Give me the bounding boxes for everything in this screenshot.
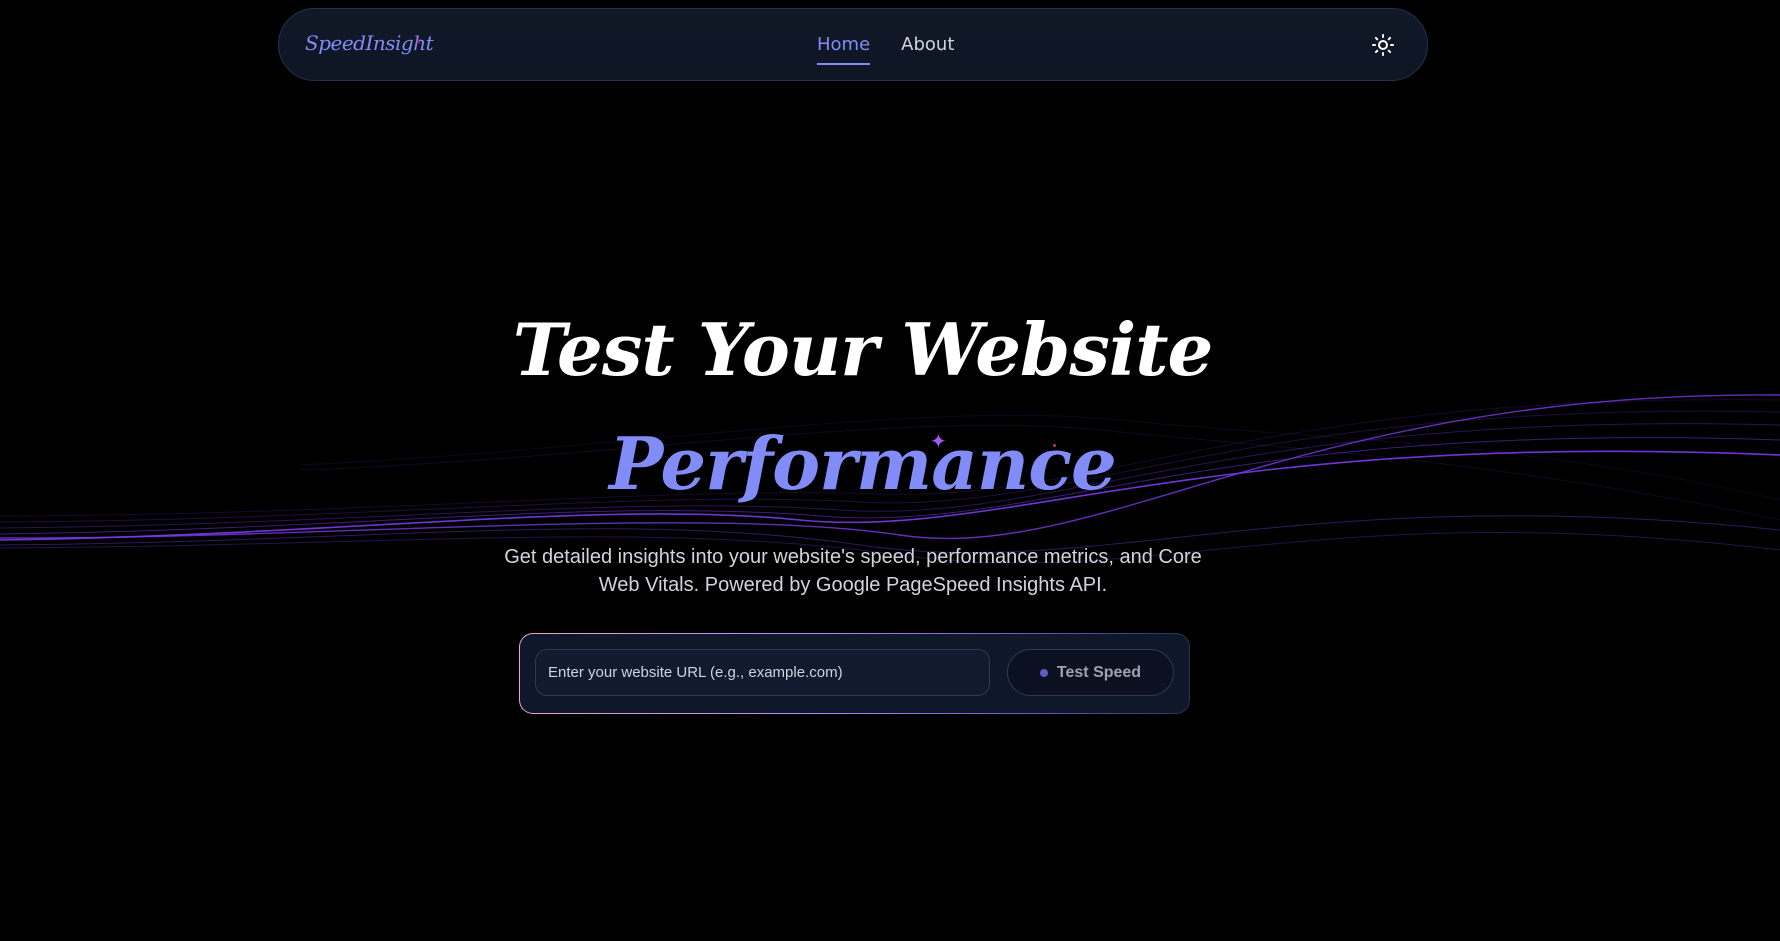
nav-link-home[interactable]: Home [817, 33, 871, 65]
logo[interactable]: SpeedInsight [305, 31, 434, 55]
nav-links: Home About [817, 33, 954, 65]
test-speed-button[interactable]: Test Speed [1007, 649, 1174, 696]
nav-link-about[interactable]: About [901, 33, 954, 65]
loading-dot-icon [1039, 668, 1048, 677]
url-form: Test Speed [519, 633, 1190, 714]
hero-title: Test Your Website [512, 307, 1214, 392]
test-speed-label: Test Speed [1056, 663, 1142, 681]
logo-sparkle-icon: × [415, 36, 422, 48]
hero-description: Get detailed insights into your website'… [504, 546, 1202, 596]
url-form-inner: Test Speed [520, 634, 1189, 713]
sparkle-icon: ✦ [930, 431, 947, 453]
sparkle-dot-icon [1053, 444, 1056, 447]
sun-icon [1372, 34, 1394, 56]
hero-subtitle: Performance [609, 421, 1117, 506]
url-input[interactable] [535, 649, 990, 696]
navbar: SpeedInsight × Home About [278, 8, 1428, 81]
theme-toggle-button[interactable] [1367, 29, 1399, 61]
